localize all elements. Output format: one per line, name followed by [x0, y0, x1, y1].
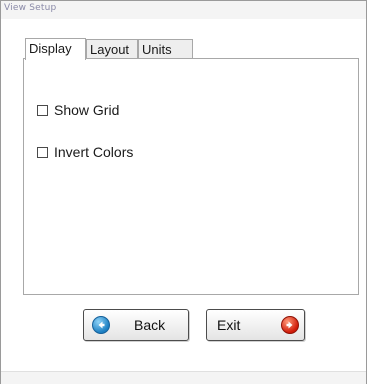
exit-button[interactable]: Exit — [206, 309, 305, 341]
display-tab-panel: Show Grid Invert Colors — [23, 58, 359, 295]
tab-display[interactable]: Display — [25, 38, 86, 60]
show-grid-checkbox[interactable] — [37, 104, 48, 116]
title-bar: View Setup — [1, 1, 366, 19]
invert-colors-option[interactable]: Invert Colors — [37, 143, 133, 161]
exit-button-label: Exit — [217, 317, 241, 333]
window-title: View Setup — [4, 3, 57, 13]
invert-colors-label: Invert Colors — [54, 144, 134, 160]
arrow-left-circle-icon — [92, 316, 110, 334]
tab-units[interactable]: Units — [138, 39, 193, 60]
arrow-right-circle-icon — [281, 316, 299, 334]
back-button[interactable]: Back — [83, 309, 189, 341]
view-setup-window: View Setup Display Layout Units Show Gri… — [0, 0, 367, 384]
tab-layout[interactable]: Layout — [86, 39, 138, 60]
back-button-label: Back — [134, 317, 166, 333]
status-bar — [1, 371, 366, 384]
show-grid-label: Show Grid — [54, 102, 120, 118]
show-grid-option[interactable]: Show Grid — [37, 101, 119, 119]
invert-colors-checkbox[interactable] — [37, 146, 48, 158]
